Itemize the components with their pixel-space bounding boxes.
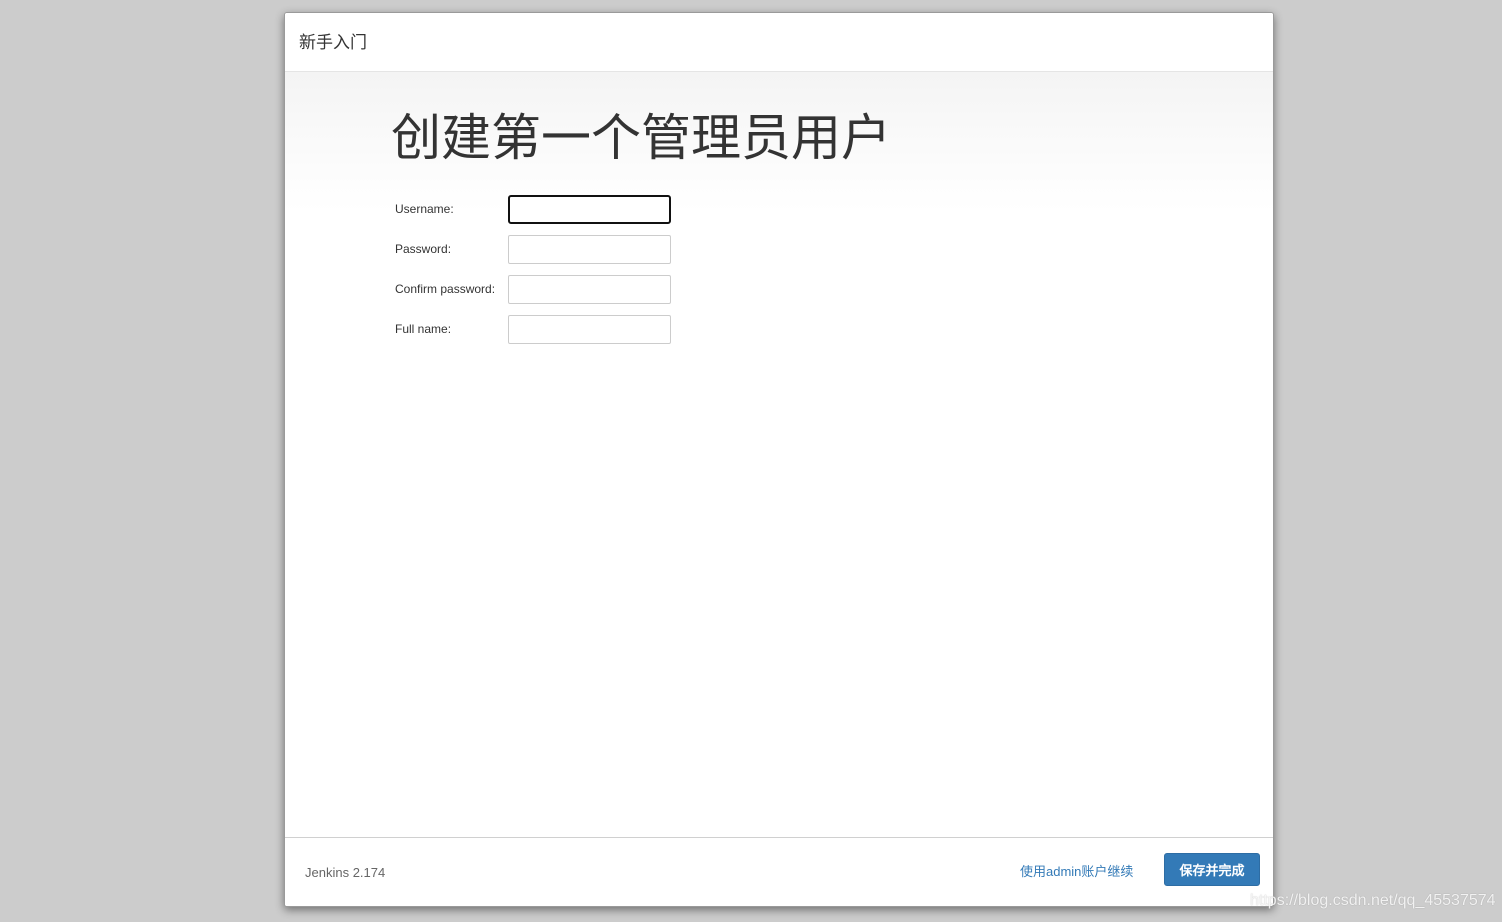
username-label: Username: xyxy=(395,202,454,216)
setup-wizard-dialog: 新手入门 创建第一个管理员用户 Username: Password: Conf… xyxy=(284,12,1274,907)
full-name-label: Full name: xyxy=(395,322,452,336)
password-input[interactable] xyxy=(508,235,671,264)
password-label: Password: xyxy=(395,242,452,256)
version-text: Jenkins 2.174 xyxy=(305,865,386,880)
dialog-body: 创建第一个管理员用户 Username: Password: Confirm p… xyxy=(285,72,1273,839)
page-title: 创建第一个管理员用户 xyxy=(391,110,891,166)
dialog-title: 新手入门 xyxy=(299,33,367,52)
username-input[interactable] xyxy=(508,195,671,224)
confirm-password-input[interactable] xyxy=(508,275,671,304)
watermark-text: https://blog.csdn.net/qq_45537574 xyxy=(1250,892,1496,909)
save-and-finish-button[interactable]: 保存并完成 xyxy=(1164,853,1260,886)
full-name-input[interactable] xyxy=(508,315,671,344)
dialog-header: 新手入门 xyxy=(285,13,1273,72)
dialog-footer: Jenkins 2.174 使用admin账户继续 保存并完成 xyxy=(285,837,1273,906)
confirm-password-label: Confirm password: xyxy=(395,282,496,296)
continue-as-admin-link[interactable]: 使用admin账户继续 xyxy=(1020,861,1133,880)
